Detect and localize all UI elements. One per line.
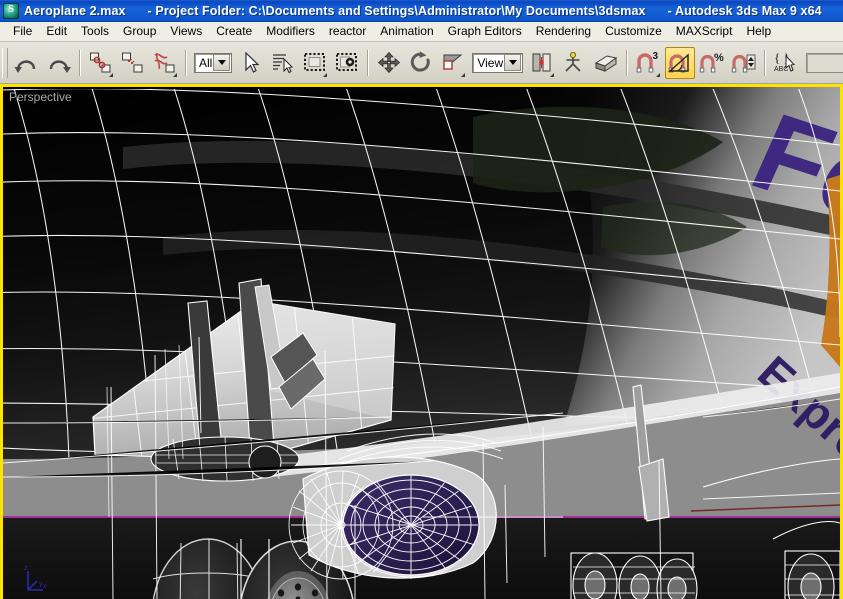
manipulate-icon bbox=[562, 51, 586, 75]
select-object-button[interactable] bbox=[236, 47, 266, 79]
select-by-name-icon bbox=[271, 51, 295, 75]
window-application-name: - Autodesk 3ds Max 9 x64 bbox=[668, 4, 822, 18]
flyout-corner-marker bbox=[323, 73, 327, 77]
toolbar-separator bbox=[764, 50, 766, 76]
redo-button[interactable] bbox=[44, 47, 74, 79]
menu-item-modifiers[interactable]: Modifiers bbox=[259, 22, 322, 41]
window-crossing-button[interactable] bbox=[332, 47, 362, 79]
title-bar: Aeroplane 2.max - Project Folder: C:\Doc… bbox=[0, 0, 843, 22]
use-pivot-point-center-button[interactable] bbox=[527, 47, 557, 79]
perspective-viewport[interactable]: Perspective bbox=[3, 87, 840, 599]
3dsmax-logo-icon bbox=[3, 3, 19, 19]
menu-item-help[interactable]: Help bbox=[739, 22, 778, 41]
chevron-down-icon[interactable] bbox=[213, 54, 230, 71]
toolbar-separator bbox=[367, 50, 369, 76]
reference-coordinate-system-value: View bbox=[473, 56, 503, 70]
undo-button[interactable] bbox=[12, 47, 42, 79]
undo-arrow-icon bbox=[14, 52, 40, 74]
max-application-window: Aeroplane 2.max - Project Folder: C:\Doc… bbox=[0, 0, 843, 599]
select-and-manipulate-button[interactable] bbox=[559, 47, 589, 79]
menu-item-reactor[interactable]: reactor bbox=[322, 22, 373, 41]
reference-coordinate-system-combo[interactable]: View bbox=[472, 53, 523, 73]
menu-item-tools[interactable]: Tools bbox=[74, 22, 116, 41]
bind-to-space-warp-button[interactable] bbox=[150, 47, 180, 79]
svg-text:x: x bbox=[43, 583, 47, 590]
flyout-corner-marker bbox=[656, 73, 660, 77]
unlink-selection-button[interactable] bbox=[118, 47, 148, 79]
toolbar-separator bbox=[626, 50, 628, 76]
rectangle-marquee-icon bbox=[303, 51, 327, 75]
menu-item-edit[interactable]: Edit bbox=[39, 22, 74, 41]
magnet-percent-icon: % bbox=[699, 51, 725, 75]
menu-item-file[interactable]: File bbox=[6, 22, 39, 41]
unlink-selection-icon bbox=[121, 51, 145, 75]
select-and-link-icon bbox=[89, 51, 113, 75]
move-four-arrows-icon bbox=[377, 51, 401, 75]
magnet-3-icon: 3 bbox=[635, 51, 661, 75]
window-project-folder: - Project Folder: C:\Documents and Setti… bbox=[148, 4, 646, 18]
viewport-label[interactable]: Perspective bbox=[9, 90, 72, 104]
svg-text:z: z bbox=[24, 565, 28, 572]
menu-item-views[interactable]: Views bbox=[163, 22, 209, 41]
percent-snap-toggle-button[interactable]: % bbox=[697, 47, 727, 79]
chevron-down-icon[interactable] bbox=[504, 54, 521, 71]
toolbar-gripper[interactable] bbox=[2, 48, 8, 78]
flyout-corner-marker bbox=[461, 73, 465, 77]
menu-item-animation[interactable]: Animation bbox=[373, 22, 440, 41]
mirror-icon bbox=[593, 51, 619, 75]
scale-square-icon bbox=[441, 51, 465, 75]
bind-space-warp-icon bbox=[153, 51, 177, 75]
svg-text:%: % bbox=[714, 52, 724, 64]
selection-filter-combo[interactable]: All bbox=[194, 53, 232, 73]
menu-item-maxscript[interactable]: MAXScript bbox=[669, 22, 740, 41]
main-toolbar: All bbox=[0, 42, 843, 84]
menu-item-graph-editors[interactable]: Graph Editors bbox=[441, 22, 529, 41]
select-and-move-button[interactable] bbox=[374, 47, 404, 79]
window-file-name: Aeroplane 2.max bbox=[24, 4, 126, 18]
named-selection-set-input[interactable] bbox=[806, 53, 843, 73]
rectangular-selection-region-button[interactable] bbox=[300, 47, 330, 79]
rotate-circular-arrow-icon bbox=[409, 51, 433, 75]
select-and-scale-button[interactable] bbox=[438, 47, 468, 79]
mirror-button[interactable] bbox=[591, 47, 621, 79]
flyout-corner-marker bbox=[109, 73, 113, 77]
selection-filter-value: All bbox=[195, 56, 212, 70]
magnet-spinner-icon bbox=[731, 51, 757, 75]
redo-arrow-icon bbox=[46, 52, 72, 74]
angle-snap-icon bbox=[667, 51, 693, 75]
arrow-cursor-icon bbox=[240, 51, 262, 75]
menu-item-customize[interactable]: Customize bbox=[598, 22, 669, 41]
flyout-corner-marker bbox=[550, 73, 554, 77]
viewport-3d-scene: Fed Express bbox=[3, 87, 840, 599]
flyout-corner-marker bbox=[173, 73, 177, 77]
select-and-link-button[interactable] bbox=[86, 47, 116, 79]
snaps-toggle-button[interactable]: 3 bbox=[633, 47, 663, 79]
angle-snap-toggle-button[interactable] bbox=[665, 47, 695, 79]
menu-item-rendering[interactable]: Rendering bbox=[529, 22, 598, 41]
menu-item-group[interactable]: Group bbox=[116, 22, 163, 41]
named-selection-sets-icon: { } ABC bbox=[773, 51, 799, 75]
menu-item-create[interactable]: Create bbox=[209, 22, 259, 41]
active-viewport-border: Perspective bbox=[0, 84, 843, 599]
menu-bar: File Edit Tools Group Views Create Modif… bbox=[0, 22, 843, 42]
world-axis-tripod: z y x bbox=[23, 564, 49, 594]
pivot-point-center-icon bbox=[530, 51, 554, 75]
select-by-name-button[interactable] bbox=[268, 47, 298, 79]
spinner-snap-toggle-button[interactable] bbox=[729, 47, 759, 79]
toolbar-separator bbox=[79, 50, 81, 76]
select-and-rotate-button[interactable] bbox=[406, 47, 436, 79]
window-crossing-icon bbox=[335, 51, 359, 75]
toolbar-separator bbox=[185, 50, 187, 76]
svg-text:3: 3 bbox=[653, 51, 659, 62]
named-selection-sets-button[interactable]: { } ABC bbox=[771, 47, 801, 79]
